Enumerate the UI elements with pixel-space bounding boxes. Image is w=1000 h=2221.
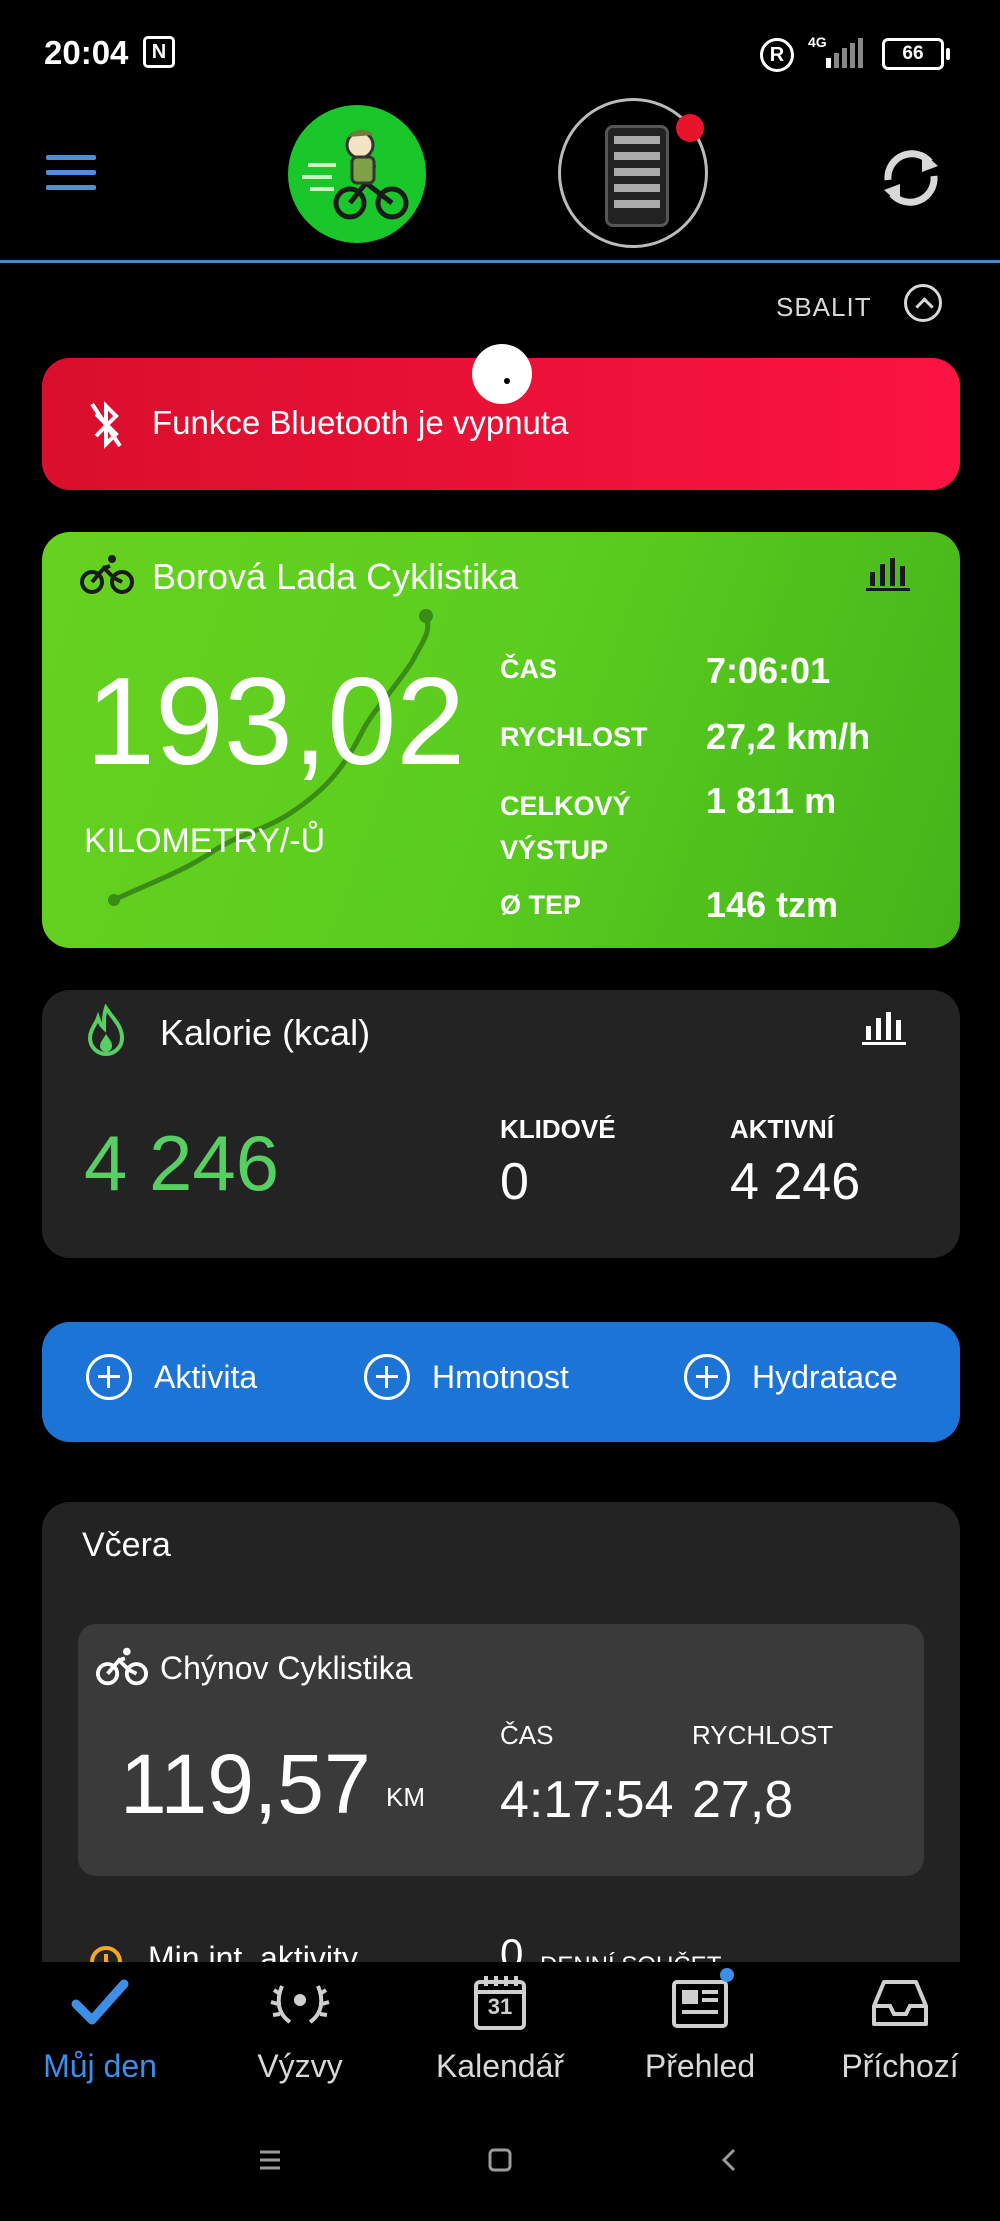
checkmark-icon: [70, 1972, 130, 2032]
activity-distance: 193,02: [86, 653, 466, 791]
collapse-label[interactable]: SBALIT: [776, 292, 872, 323]
nav-challenges[interactable]: Výzvy: [200, 1972, 400, 2085]
active-calories-label: AKTIVNÍ: [730, 1114, 834, 1144]
bluetooth-banner-text: Funkce Bluetooth je vypnuta: [152, 404, 569, 441]
metric-label-heart-rate: Ø TEP: [500, 890, 582, 920]
bluetooth-off-icon: [88, 400, 124, 450]
hamburger-icon[interactable]: [46, 155, 96, 200]
metric-label-ascent: CELKOVÝ VÝSTUP: [500, 791, 631, 865]
bar-chart-icon[interactable]: [860, 1006, 908, 1051]
metric-value-heart-rate: 146 tzm: [706, 884, 839, 925]
resting-calories-value: 0: [500, 1153, 529, 1211]
registered-icon: R: [760, 38, 794, 72]
add-hydration-button[interactable]: Hydratace: [684, 1354, 898, 1400]
plus-icon: [684, 1354, 730, 1400]
resting-calories-label: KLIDOVÉ: [500, 1114, 616, 1144]
laurel-icon: [270, 1972, 330, 2032]
sync-icon[interactable]: [876, 142, 946, 212]
metric-value-ascent: 1 811 m: [706, 780, 837, 821]
newsfeed-icon: [670, 1968, 734, 2032]
yesterday-distance: 119,57: [120, 1737, 371, 1831]
add-activity-button[interactable]: Aktivita: [86, 1354, 257, 1400]
calories-title: Kalorie (kcal): [160, 1012, 371, 1053]
yesterday-title: Včera: [82, 1526, 171, 1564]
activity-title: Borová Lada Cyklistika: [152, 556, 519, 597]
nav-my-day[interactable]: Můj den: [0, 1972, 200, 2085]
plus-icon: [364, 1354, 410, 1400]
yesterday-time-label: ČAS: [500, 1720, 554, 1750]
newsfeed-badge: [720, 1968, 734, 1982]
chevron-up-icon[interactable]: [904, 284, 942, 322]
network-type: 4G: [808, 34, 827, 50]
active-calories-value: 4 246: [730, 1153, 861, 1211]
yesterday-speed-label: RYCHLOST: [692, 1720, 834, 1750]
status-time: 20:04: [44, 34, 129, 71]
battery-icon: 66: [882, 38, 950, 70]
nav-calendar[interactable]: 31 Kalendář: [400, 1972, 600, 2085]
bicycle-icon: [96, 1646, 148, 1686]
add-weight-label: Hmotnost: [432, 1358, 569, 1395]
add-activity-label: Aktivita: [154, 1358, 258, 1395]
notification-dot: [676, 114, 704, 142]
bicycle-icon: [80, 554, 134, 594]
bar-chart-icon[interactable]: [864, 552, 912, 592]
distance-unit: KILOMETRY/-Ů: [84, 822, 326, 860]
calendar-day: 31: [487, 1994, 513, 2019]
metric-label-speed: RYCHLOST: [500, 722, 648, 752]
nav-label: Přehled: [644, 2048, 756, 2084]
touch-indicator: [472, 344, 532, 404]
home-icon[interactable]: [480, 2140, 520, 2180]
metric-label-time: ČAS: [500, 654, 558, 684]
metric-value-time: 7:06:01: [706, 650, 831, 691]
yesterday-activity-title: Chýnov Cyklistika: [160, 1650, 413, 1686]
plus-icon: [86, 1354, 132, 1400]
yesterday-distance-unit: KM: [386, 1782, 425, 1812]
signal-icon: [826, 38, 863, 68]
nav-label: Příchozí: [841, 2048, 959, 2084]
header-divider: [0, 260, 1000, 263]
nav-label: Výzvy: [257, 2048, 343, 2084]
nav-newsfeed[interactable]: Přehled: [600, 1968, 800, 2085]
cyclist-avatar-icon[interactable]: [288, 105, 426, 243]
yesterday-speed-value: 27,8: [692, 1771, 794, 1829]
nav-label: Kalendář: [435, 2048, 565, 2084]
calendar-icon: 31: [470, 1972, 530, 2032]
flame-icon: [86, 1003, 126, 1063]
add-weight-button[interactable]: Hmotnost: [364, 1354, 569, 1400]
metric-value-speed: 27,2 km/h: [706, 716, 871, 757]
recent-apps-icon[interactable]: [250, 2140, 290, 2180]
calories-total: 4 246: [84, 1119, 280, 1207]
nav-inbox[interactable]: Příchozí: [800, 1972, 1000, 2085]
back-icon[interactable]: [710, 2140, 750, 2180]
nfc-icon: N: [143, 36, 175, 68]
inbox-icon: [870, 1972, 930, 2032]
add-hydration-label: Hydratace: [752, 1358, 898, 1395]
yesterday-time-value: 4:17:54: [500, 1771, 674, 1829]
nav-label: Můj den: [43, 2048, 157, 2084]
